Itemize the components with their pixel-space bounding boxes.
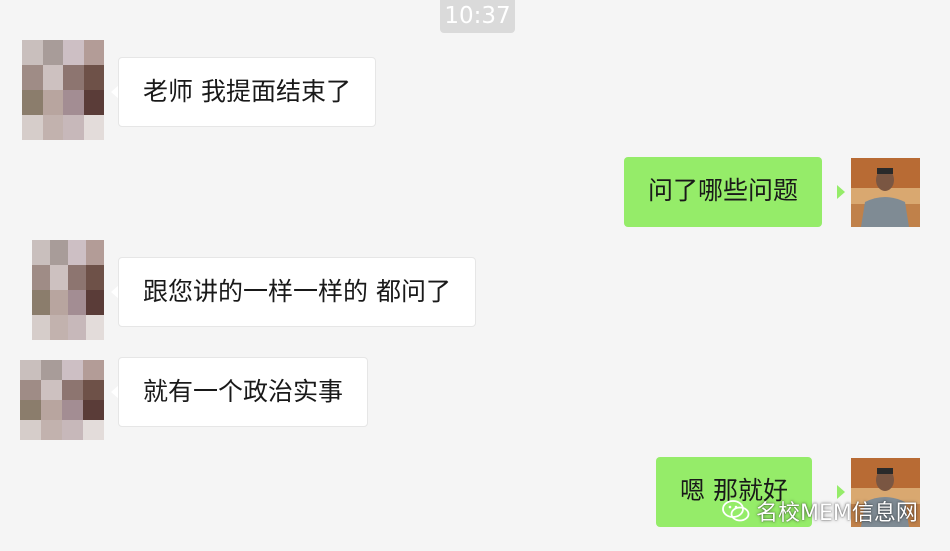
blurred-avatar-mosaic (20, 360, 104, 440)
timestamp-pill: 10:37 (440, 0, 515, 33)
message-text: 就有一个政治实事 (143, 377, 344, 406)
timestamp-text: 10:37 (444, 3, 511, 29)
contact-avatar[interactable] (32, 240, 104, 340)
blurred-avatar-mosaic (32, 240, 104, 340)
message-bubble-incoming[interactable]: 就有一个政治实事 (118, 357, 369, 427)
message-bubble-incoming[interactable]: 跟您讲的一样一样的 都问了 (118, 257, 476, 327)
contact-avatar[interactable] (22, 40, 104, 140)
contact-avatar[interactable] (20, 360, 104, 440)
user-photo-icon (851, 158, 920, 227)
message-text: 跟您讲的一样一样的 都问了 (143, 277, 451, 306)
message-bubble-incoming[interactable]: 老师 我提面结束了 (118, 57, 376, 127)
watermark-text: 名校MEM信息网 (756, 501, 918, 526)
blurred-avatar-mosaic (22, 40, 104, 140)
watermark: 名校MEM信息网 (722, 495, 918, 527)
wechat-icon (722, 500, 750, 522)
message-bubble-outgoing[interactable]: 问了哪些问题 (624, 157, 823, 227)
self-avatar[interactable] (851, 158, 920, 227)
message-text: 问了哪些问题 (648, 176, 799, 205)
message-text: 老师 我提面结束了 (143, 77, 351, 106)
bubble-tail (837, 185, 845, 199)
